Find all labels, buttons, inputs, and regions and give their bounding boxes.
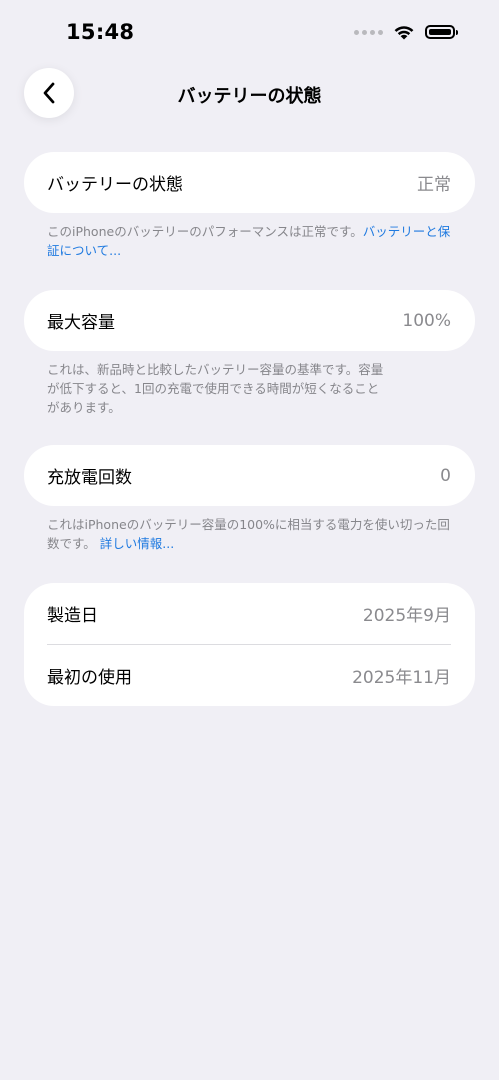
status-time: 15:48 (66, 20, 135, 44)
max-capacity-footnote: これは、新品時と比較したバッテリー容量の基準です。容量 が低下すると、1回の充電… (47, 360, 457, 417)
battery-health-footnote: このiPhoneのバッテリーのパフォーマンスは正常です。バッテリーと保証について… (47, 222, 457, 260)
manufacture-date-label: 製造日 (47, 606, 98, 626)
max-capacity-row: 最大容量 100% (24, 290, 475, 351)
max-capacity-label: 最大容量 (47, 313, 115, 333)
battery-health-label: バッテリーの状態 (47, 175, 183, 195)
cycle-count-row: 充放電回数 0 (24, 445, 475, 506)
dates-card: 製造日 2025年9月 最初の使用 2025年11月 (24, 583, 475, 706)
max-capacity-footnote-line: があります。 (47, 400, 121, 415)
manufacture-date-value: 2025年9月 (362, 606, 451, 626)
first-use-label: 最初の使用 (47, 668, 132, 688)
max-capacity-footnote-line: これは、新品時と比較したバッテリー容量の基準です。容量 (47, 362, 384, 377)
cycle-count-label: 充放電回数 (47, 468, 132, 488)
first-use-row: 最初の使用 2025年11月 (24, 645, 475, 706)
page-title: バッテリーの状態 (177, 86, 322, 107)
cycle-count-footnote: これはiPhoneのバッテリー容量の100%に相当する電力を使い切った回数です。… (47, 515, 457, 553)
max-capacity-card: 最大容量 100% (24, 290, 475, 351)
first-use-value: 2025年11月 (352, 668, 451, 688)
cellular-signal-icon (354, 29, 383, 35)
max-capacity-value: 100% (402, 310, 451, 331)
max-capacity-footnote-line: が低下すると、1回の充電で使用できる時間が短くなること (47, 381, 380, 396)
navigation-bar: バッテリーの状態 (0, 68, 499, 120)
wifi-icon (394, 26, 414, 40)
battery-health-card: バッテリーの状態 正常 (24, 152, 475, 213)
battery-health-value: 正常 (417, 175, 451, 195)
more-info-link[interactable]: 詳しい情報... (100, 536, 174, 551)
cycle-count-card: 充放電回数 0 (24, 445, 475, 506)
manufacture-date-row: 製造日 2025年9月 (24, 583, 475, 644)
battery-icon (425, 25, 458, 39)
status-bar: 15:48 (0, 0, 499, 60)
cycle-count-value: 0 (440, 465, 451, 486)
battery-health-row: バッテリーの状態 正常 (24, 152, 475, 213)
battery-health-footnote-text: このiPhoneのバッテリーのパフォーマンスは正常です。 (47, 224, 363, 239)
status-icons (354, 24, 458, 40)
